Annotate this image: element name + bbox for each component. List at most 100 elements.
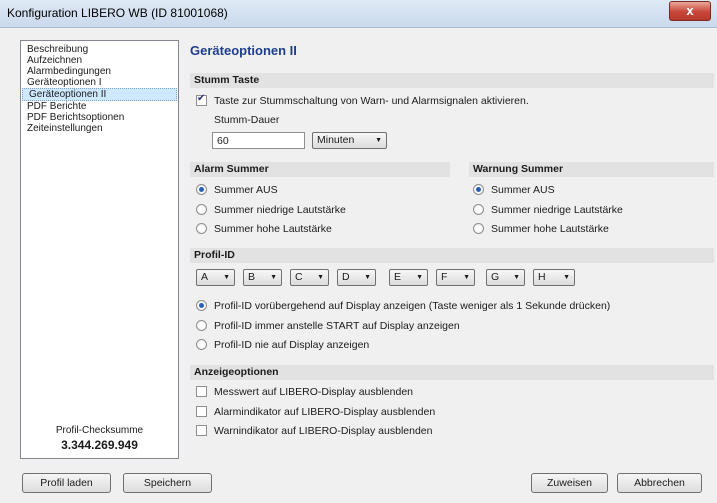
profil-dropdown-d[interactable]: D ▼ bbox=[337, 269, 376, 286]
warnung-option-2[interactable]: Summer hohe Lautstärke bbox=[473, 222, 609, 235]
profil-option-label: Profil-ID vorübergehend auf Display anze… bbox=[214, 300, 611, 312]
duration-label: Stumm-Dauer bbox=[214, 114, 280, 126]
sidebar-item-label: Zeiteinstellungen bbox=[27, 123, 103, 134]
warnung-option-0[interactable]: Summer AUS bbox=[473, 183, 555, 196]
anzeige-checkbox[interactable] bbox=[196, 405, 207, 417]
profil-option-0[interactable]: Profil-ID vorübergehend auf Display anze… bbox=[196, 299, 611, 312]
config-window: Konfiguration LIBERO WB (ID 81001068) x … bbox=[0, 0, 717, 503]
warnung-option-label: Summer hohe Lautstärke bbox=[491, 223, 609, 235]
profil-dropdown-c[interactable]: C ▼ bbox=[290, 269, 329, 286]
radio-icon[interactable] bbox=[196, 338, 207, 350]
sidebar-item-label: Beschreibung bbox=[27, 44, 89, 55]
assign-button[interactable]: Zuweisen bbox=[531, 473, 608, 493]
chevron-down-icon: ▼ bbox=[563, 274, 570, 281]
sidebar-item-label: Alarmbedingungen bbox=[27, 66, 111, 77]
radio-icon[interactable] bbox=[196, 203, 207, 215]
sidebar-item-label: PDF Berichtsoptionen bbox=[27, 112, 125, 123]
chevron-down-icon: ▼ bbox=[513, 274, 520, 281]
anzeige-checkbox[interactable] bbox=[196, 424, 207, 436]
warnung-option-1[interactable]: Summer niedrige Lautstärke bbox=[473, 203, 623, 216]
profil-dropdown-value: D bbox=[342, 271, 350, 283]
chevron-down-icon: ▼ bbox=[270, 274, 277, 281]
profil-dropdown-b[interactable]: B ▼ bbox=[243, 269, 282, 286]
duration-input[interactable]: 60 bbox=[212, 132, 305, 149]
profil-dropdown-value: C bbox=[295, 271, 303, 283]
chevron-down-icon: ▼ bbox=[375, 137, 382, 144]
profil-dropdown-f[interactable]: F ▼ bbox=[436, 269, 475, 286]
anzeige-checkbox[interactable] bbox=[196, 385, 207, 397]
sidebar-nav: Beschreibung Aufzeichnen Alarmbedingunge… bbox=[20, 40, 179, 459]
section-header-warnung: Warnung Summer bbox=[469, 162, 714, 177]
sidebar-item-geraeteoptionen-1[interactable]: Geräteoptionen I bbox=[21, 77, 178, 88]
sidebar-item-zeiteinstellungen[interactable]: Zeiteinstellungen bbox=[21, 123, 178, 134]
sidebar-item-geraeteoptionen-2[interactable]: Geräteoptionen II bbox=[22, 88, 177, 101]
title-bar[interactable]: Konfiguration LIBERO WB (ID 81001068) x bbox=[0, 0, 717, 28]
profil-dropdown-value: A bbox=[201, 271, 209, 283]
section-header-profil: Profil-ID bbox=[190, 248, 714, 263]
profil-dropdown-value: G bbox=[491, 271, 500, 283]
warnung-option-label: Summer niedrige Lautstärke bbox=[491, 204, 623, 216]
sidebar-item-pdf-berichte[interactable]: PDF Berichte bbox=[21, 101, 178, 112]
alarm-option-1[interactable]: Summer niedrige Lautstärke bbox=[196, 203, 346, 216]
main-content: Geräteoptionen II Stumm Taste Taste zur … bbox=[186, 40, 716, 465]
anzeige-option-1[interactable]: Alarmindikator auf LIBERO-Display ausble… bbox=[196, 405, 436, 418]
checksum-label: Profil-Checksumme bbox=[55, 425, 144, 436]
radio-icon[interactable] bbox=[196, 299, 207, 311]
profil-option-1[interactable]: Profil-ID immer anstelle START auf Displ… bbox=[196, 319, 460, 332]
anzeige-option-2[interactable]: Warnindikator auf LIBERO-Display ausblen… bbox=[196, 424, 433, 437]
alarm-option-label: Summer AUS bbox=[214, 184, 278, 196]
sidebar-item-label: Geräteoptionen I bbox=[27, 77, 102, 88]
chevron-down-icon: ▼ bbox=[317, 274, 324, 281]
radio-icon[interactable] bbox=[473, 203, 484, 215]
save-button[interactable]: Speichern bbox=[123, 473, 212, 493]
sidebar-item-alarmbedingungen[interactable]: Alarmbedingungen bbox=[21, 66, 178, 77]
load-profile-button[interactable]: Profil laden bbox=[22, 473, 111, 493]
radio-icon[interactable] bbox=[196, 222, 207, 234]
duration-unit-select[interactable]: Minuten ▼ bbox=[312, 132, 387, 149]
section-header-stumm: Stumm Taste bbox=[190, 73, 714, 88]
profil-option-2[interactable]: Profil-ID nie auf Display anzeigen bbox=[196, 338, 370, 351]
checksum-value: 3.344.269.949 bbox=[61, 438, 138, 452]
sidebar-item-label: PDF Berichte bbox=[27, 101, 87, 112]
stumm-checkbox-row[interactable]: Taste zur Stummschaltung von Warn- und A… bbox=[196, 93, 529, 107]
checksum-panel: Profil-Checksumme 3.344.269.949 bbox=[21, 425, 178, 452]
section-header-anzeige: Anzeigeoptionen bbox=[190, 365, 714, 380]
stumm-checkbox[interactable] bbox=[196, 93, 207, 106]
duration-unit-value: Minuten bbox=[317, 134, 355, 146]
profil-dropdown-value: E bbox=[394, 271, 402, 283]
page-title: Geräteoptionen II bbox=[190, 43, 297, 58]
radio-icon[interactable] bbox=[473, 183, 484, 195]
sidebar-item-label: Geräteoptionen II bbox=[29, 89, 107, 100]
stumm-checkbox-label: Taste zur Stummschaltung von Warn- und A… bbox=[214, 95, 529, 107]
profil-option-label: Profil-ID immer anstelle START auf Displ… bbox=[214, 320, 460, 332]
sidebar-item-label: Aufzeichnen bbox=[27, 55, 83, 66]
chevron-down-icon: ▼ bbox=[364, 274, 371, 281]
alarm-option-label: Summer hohe Lautstärke bbox=[214, 223, 332, 235]
nav-list: Beschreibung Aufzeichnen Alarmbedingunge… bbox=[21, 41, 178, 134]
profil-dropdown-value: H bbox=[538, 271, 546, 283]
profil-dropdown-a[interactable]: A ▼ bbox=[196, 269, 235, 286]
chevron-down-icon: ▼ bbox=[223, 274, 230, 281]
alarm-option-2[interactable]: Summer hohe Lautstärke bbox=[196, 222, 332, 235]
profil-option-label: Profil-ID nie auf Display anzeigen bbox=[214, 339, 370, 351]
sidebar-item-aufzeichnen[interactable]: Aufzeichnen bbox=[21, 55, 178, 66]
profil-dropdown-h[interactable]: H ▼ bbox=[533, 269, 575, 286]
anzeige-option-label: Warnindikator auf LIBERO-Display ausblen… bbox=[214, 425, 433, 437]
radio-icon[interactable] bbox=[473, 222, 484, 234]
anzeige-option-label: Alarmindikator auf LIBERO-Display ausble… bbox=[214, 406, 436, 418]
profil-dropdown-value: B bbox=[248, 271, 256, 283]
sidebar-item-pdf-berichtsoptionen[interactable]: PDF Berichtsoptionen bbox=[21, 112, 178, 123]
alarm-option-0[interactable]: Summer AUS bbox=[196, 183, 278, 196]
anzeige-option-0[interactable]: Messwert auf LIBERO-Display ausblenden bbox=[196, 385, 414, 398]
profil-dropdown-g[interactable]: G ▼ bbox=[486, 269, 525, 286]
chevron-down-icon: ▼ bbox=[463, 274, 470, 281]
anzeige-option-label: Messwert auf LIBERO-Display ausblenden bbox=[214, 386, 414, 398]
close-button[interactable]: x bbox=[669, 1, 711, 21]
section-header-alarm: Alarm Summer bbox=[190, 162, 450, 177]
cancel-button[interactable]: Abbrechen bbox=[617, 473, 702, 493]
radio-icon[interactable] bbox=[196, 183, 207, 195]
radio-icon[interactable] bbox=[196, 319, 207, 331]
sidebar-item-beschreibung[interactable]: Beschreibung bbox=[21, 44, 178, 55]
profil-dropdown-e[interactable]: E ▼ bbox=[389, 269, 428, 286]
close-icon: x bbox=[686, 3, 694, 18]
